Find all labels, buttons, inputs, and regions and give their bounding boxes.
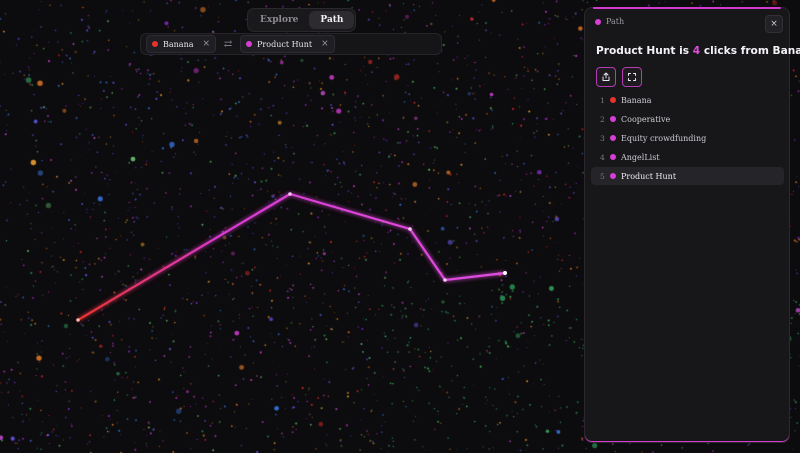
start-node-chip[interactable]: Banana × xyxy=(146,35,217,53)
path-node-equity-crowdfunding[interactable] xyxy=(408,227,412,231)
path-step-index: 2 xyxy=(600,114,605,124)
path-step-label: Equity crowdfunding xyxy=(621,133,707,143)
path-step-banana[interactable]: 1 Banana xyxy=(591,91,784,109)
end-node-color-dot xyxy=(246,41,253,47)
share-icon xyxy=(602,72,610,81)
path-step-index: 1 xyxy=(600,95,605,105)
path-step-label: Banana xyxy=(621,95,652,105)
path-node-banana[interactable] xyxy=(76,318,80,322)
mode-toggle: Explore Path xyxy=(247,8,357,32)
path-step-index: 5 xyxy=(600,171,605,181)
path-step-list: 1 Banana 2 Cooperative 3 Equity crowdfun… xyxy=(591,91,784,186)
fit-view-button[interactable] xyxy=(622,67,642,87)
fit-view-icon xyxy=(628,73,636,81)
path-step-label: Product Hunt xyxy=(621,171,677,181)
path-step-cooperative[interactable]: 2 Cooperative xyxy=(591,110,784,128)
close-panel-button[interactable]: × xyxy=(765,15,783,33)
path-step-label: Cooperative xyxy=(621,114,671,124)
path-step-equity-crowdfunding[interactable]: 3 Equity crowdfunding xyxy=(591,129,784,147)
path-step-angellist[interactable]: 4 AngelList xyxy=(591,148,784,166)
path-summary-headline: Product Hunt is 4 clicks from Banana xyxy=(596,45,800,57)
panel-header: Path xyxy=(595,17,624,26)
swap-endpoints-icon[interactable]: ⇄ xyxy=(222,39,234,50)
path-node-cooperative[interactable] xyxy=(288,192,292,196)
path-step-index: 4 xyxy=(600,152,605,162)
path-panel: Path × Product Hunt is 4 clicks from Ban… xyxy=(584,7,800,443)
panel-actions xyxy=(596,67,642,87)
path-step-color-dot xyxy=(610,97,616,103)
path-step-label: AngelList xyxy=(621,152,660,162)
path-step-color-dot xyxy=(610,135,616,141)
path-node-angellist[interactable] xyxy=(443,278,447,282)
panel-title: Path xyxy=(606,17,625,26)
path-step-color-dot xyxy=(610,154,616,160)
tab-explore[interactable]: Explore xyxy=(249,11,309,29)
headline-source: Banana xyxy=(772,45,800,57)
path-endpoints-bar: Banana × ⇄ Product Hunt × xyxy=(140,33,442,55)
end-node-chip[interactable]: Product Hunt × xyxy=(240,35,335,53)
path-node-product-hunt[interactable] xyxy=(503,271,507,275)
tab-path[interactable]: Path xyxy=(309,11,355,29)
path-step-index: 3 xyxy=(600,133,605,143)
remove-end-node-icon[interactable]: × xyxy=(321,39,329,49)
remove-start-node-icon[interactable]: × xyxy=(203,39,211,49)
path-line xyxy=(77,192,506,321)
headline-middle: clicks from xyxy=(700,45,773,57)
start-node-color-dot xyxy=(152,41,158,47)
headline-connector: is xyxy=(675,45,693,57)
start-node-label: Banana xyxy=(163,39,194,49)
path-step-product-hunt[interactable]: 5 Product Hunt xyxy=(591,167,784,185)
share-button[interactable] xyxy=(596,67,616,87)
path-step-color-dot xyxy=(610,116,616,122)
end-node-label: Product Hunt xyxy=(257,39,313,49)
panel-title-dot xyxy=(595,18,601,25)
headline-target: Product Hunt xyxy=(596,45,676,57)
path-step-color-dot xyxy=(610,173,616,179)
